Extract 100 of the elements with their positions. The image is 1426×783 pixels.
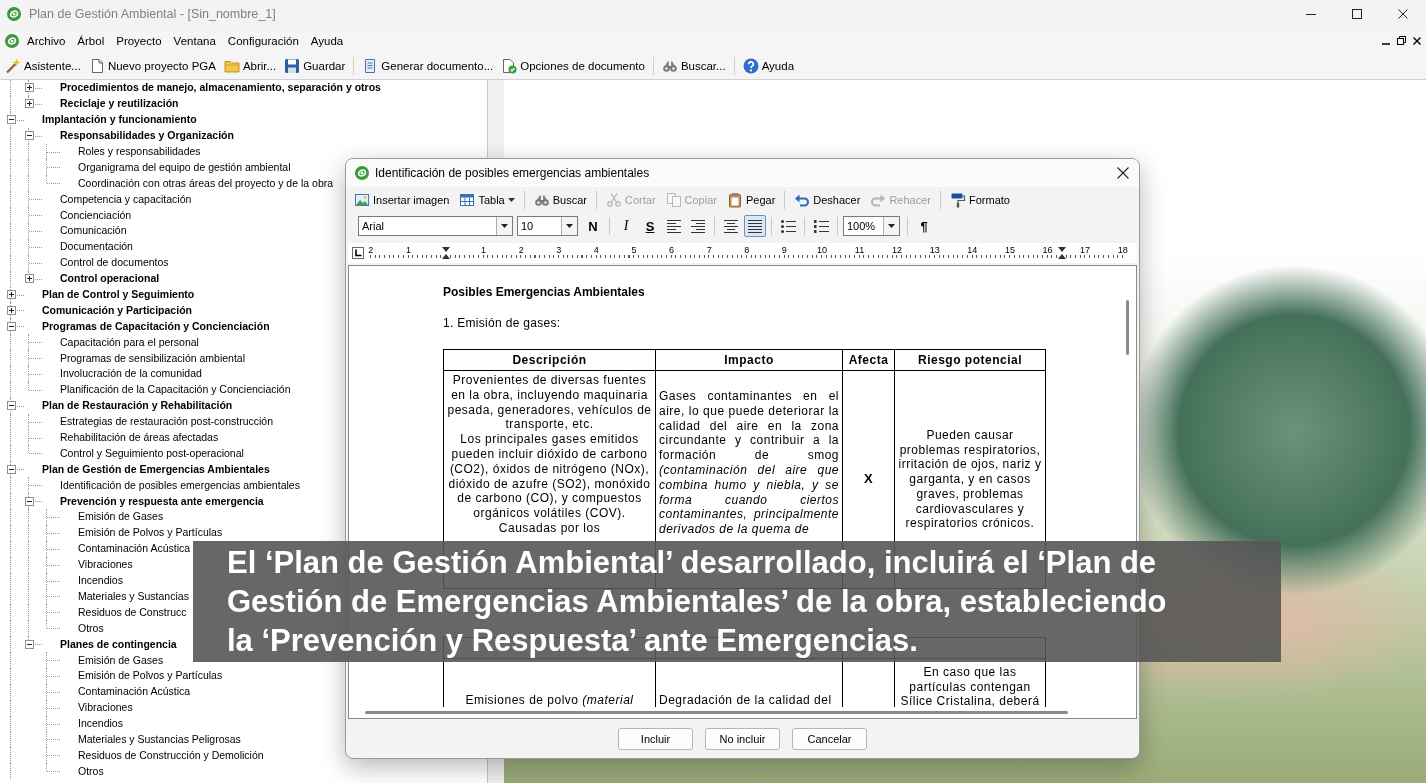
generate-document-button[interactable]: Generar documento... [359,55,497,77]
tree-item[interactable]: Otros [78,764,104,778]
include-button[interactable]: Incluir [618,727,693,750]
dialog-title: Identificación de posibles emergencias ambientales [375,166,650,180]
tree-item[interactable]: Estrategias de restauración post-construcción [60,415,274,429]
collapse-icon[interactable] [24,131,34,141]
insert-image-button[interactable]: Insertar imagen [350,189,454,211]
menu-item[interactable]: Configuración [221,32,305,49]
tree-item[interactable]: Competencia y capacitación [60,192,192,206]
tree-item[interactable]: Plan de Gestión de Emergencias Ambientales [42,462,270,476]
save-button[interactable]: Guardar [281,55,349,77]
collapse-icon[interactable] [24,496,34,506]
open-button[interactable]: Abrir... [220,55,280,77]
underline-button[interactable]: S [639,215,661,237]
wizard-button[interactable]: Asistente... [2,55,84,77]
tree-item[interactable]: Programas de sensibilización ambiental [60,351,245,365]
tree-item[interactable]: Emisión de Polvos y Partículas [78,669,223,683]
bold-button[interactable]: N [582,215,604,237]
tree-item[interactable]: Incendios [78,574,123,588]
document-options-button[interactable]: Opciones de documento [498,55,648,77]
tree-item[interactable]: Involucración de la comunidad [60,367,202,381]
tree-item[interactable]: Residuos de Construcción y Demolición [78,748,264,762]
tree-item[interactable]: Programas de Capacitación y Concienciación [42,319,270,333]
tree-item[interactable]: Coordinación con otras áreas del proyecto y de la obra [78,176,334,190]
scrollbar-thumb[interactable] [365,711,1068,714]
tree-item[interactable]: Planes de contingencia [60,637,177,651]
expand-icon[interactable] [24,99,34,109]
scrollbar-thumb[interactable] [1126,300,1129,355]
expand-icon[interactable] [6,290,16,299]
tree-item[interactable]: Rehabilitación de áreas afectadas [60,431,219,445]
collapse-icon[interactable] [6,321,16,331]
close-icon[interactable] [1117,167,1129,179]
tab-stop-icon[interactable] [352,247,364,259]
undo-icon [794,192,811,208]
tree-item[interactable]: Concienciación [60,208,132,222]
cancel-button[interactable]: Cancelar [792,727,867,750]
collapse-icon[interactable] [24,639,34,649]
tree-item[interactable]: Control y Seguimiento post-operacional [60,446,244,460]
tree-item[interactable]: Vibraciones [78,701,133,715]
tree-item[interactable]: Reciclaje y reutilización [60,97,179,111]
tree-item[interactable]: Planificación de la Capacitación y Concienciación [60,383,291,397]
restore-icon[interactable] [1397,36,1406,45]
tree-item[interactable]: Vibraciones [78,558,133,572]
tree-item[interactable]: Prevención y respuesta ante emergencia [60,494,264,508]
close-icon[interactable] [1398,9,1408,19]
column-header: Descripción [443,349,656,371]
tree-item[interactable]: Materiales y Sustancias Peligrosas [78,732,241,746]
exclude-button[interactable]: No incluir [705,727,780,750]
maximize-icon[interactable] [1352,9,1362,19]
tree-item[interactable]: Identificación de posibles emergencias ambientales [60,478,300,492]
tree-item[interactable]: Plan de Restauración y Rehabilitación [42,399,233,413]
tree-item[interactable]: Otros [78,621,104,635]
tree-item[interactable]: Emisión de Gases [78,510,164,524]
tree-item[interactable]: Control de documentos [60,256,169,270]
expand-icon[interactable] [6,305,16,315]
menu-item[interactable]: Árbol [71,32,111,49]
size-dropdown[interactable]: 10 [517,216,578,236]
indent-marker-icon[interactable] [442,247,450,259]
table-button[interactable]: Tabla [455,189,519,211]
tree-item[interactable]: Implantación y funcionamiento [42,113,197,127]
tree-item[interactable]: Roles y responsabilidades [78,145,201,158]
menu-item[interactable]: Proyecto [110,32,168,49]
help-button[interactable]: Ayuda [739,55,798,77]
tree-item[interactable]: Plan de Control y Seguimiento [42,288,195,301]
close-icon[interactable] [1413,36,1421,45]
tree-item[interactable]: Capacitación para el personal [60,335,199,349]
tree-item[interactable]: Contaminación Acústica [78,685,191,699]
format-button[interactable]: Formato [945,189,1014,211]
justify-button[interactable] [744,215,766,237]
menu-item[interactable]: Ayuda [304,32,350,49]
tree-item[interactable]: Organigrama del equipo de gestión ambiental [78,160,291,174]
tree-item[interactable]: Contaminación Acústica [78,542,191,556]
tree-item[interactable]: Incendios [78,717,123,731]
search-button[interactable]: Buscar [529,189,591,211]
collapse-icon[interactable] [6,464,16,474]
menu-item[interactable]: Archivo [21,32,72,49]
indent-marker-icon[interactable] [1058,247,1066,259]
tree-item[interactable]: Emisión de Gases [78,653,164,667]
tree-item[interactable]: Emisión de Polvos y Partículas [78,526,223,540]
formatting-marks-button[interactable]: ¶ [913,215,935,237]
tree-item[interactable]: Responsabilidades y Organización [60,129,234,143]
menu-item[interactable]: Ventana [167,32,222,49]
expand-icon[interactable] [24,274,34,284]
undo-button[interactable]: Deshacer [790,189,865,211]
expand-icon[interactable] [24,83,34,93]
tree-item[interactable]: Comunicación y Participación [42,303,192,317]
italic-button[interactable]: I [615,215,637,237]
tree-item[interactable]: Documentación [60,240,133,254]
font-dropdown[interactable]: Arial [358,216,513,236]
new-project-button[interactable]: Nuevo proyecto PGA [85,55,219,77]
search-button[interactable]: Buscar... [658,55,729,77]
paste-button[interactable]: Pegar [722,189,780,211]
tree-item[interactable]: Control operacional [60,272,160,286]
tree-item[interactable]: Materiales y Sustancias [78,589,189,603]
zoom-dropdown[interactable]: 100% [843,216,900,236]
tree-item[interactable]: Procedimientos de manejo, almacenamiento, separación y otros [60,81,381,95]
collapse-icon[interactable] [6,115,16,125]
tree-item[interactable]: Comunicación [60,224,127,238]
tree-item[interactable]: Residuos de Construcc [78,605,187,619]
collapse-icon[interactable] [6,401,16,411]
